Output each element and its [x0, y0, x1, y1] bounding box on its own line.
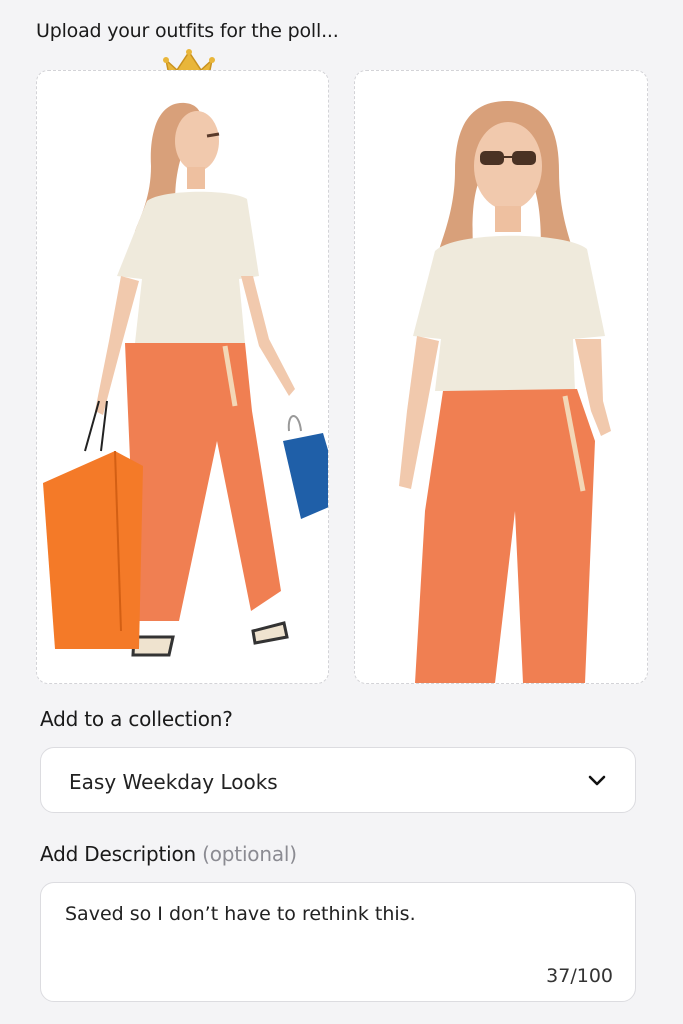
collection-select[interactable]: Easy Weekday Looks: [40, 747, 636, 813]
description-optional-text: (optional): [202, 842, 297, 866]
page-title: Upload your outfits for the poll...: [36, 20, 339, 42]
description-label: Add Description (optional): [40, 842, 297, 866]
description-text: Saved so I don’t have to rethink this.: [65, 903, 416, 925]
chevron-down-icon: [588, 775, 606, 786]
description-label-text: Add Description: [40, 842, 196, 866]
outfit-photo-2: [399, 101, 611, 683]
outfit-upload-slot-2[interactable]: [354, 70, 648, 684]
description-field[interactable]: Saved so I don’t have to rethink this. 3…: [40, 882, 636, 1002]
collection-selected-value: Easy Weekday Looks: [69, 770, 278, 794]
outfit-upload-slot-1[interactable]: [36, 70, 329, 684]
character-counter: 37/100: [546, 965, 613, 987]
collection-label: Add to a collection?: [40, 707, 233, 731]
outfit-photo-1: [43, 102, 328, 657]
